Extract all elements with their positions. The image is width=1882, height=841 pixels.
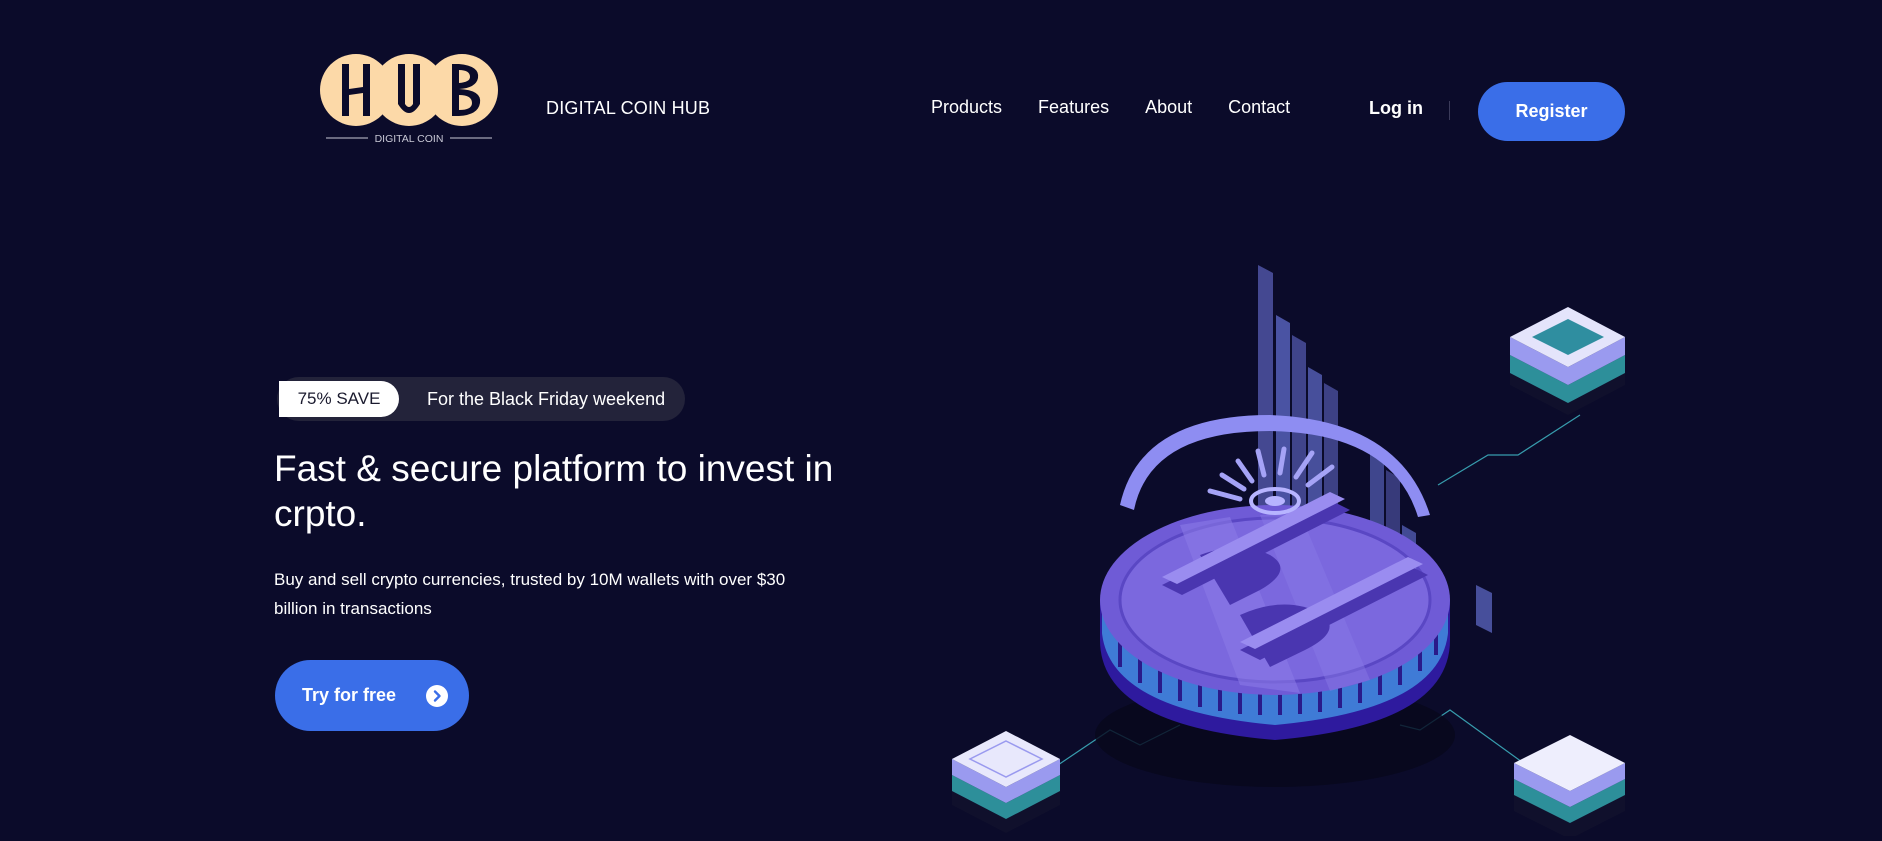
hub-logo[interactable]: DIGITAL COIN: [320, 52, 498, 148]
promo-banner[interactable]: 75% SAVE For the Black Friday weekend: [277, 377, 685, 421]
hero-subtitle: Buy and sell crypto currencies, trusted …: [274, 570, 786, 618]
nav-features[interactable]: Features: [1038, 97, 1109, 118]
logo-subtext: DIGITAL COIN: [375, 133, 444, 145]
crypto-block-top-right: [1510, 307, 1625, 415]
nav-products[interactable]: Products: [931, 97, 1002, 118]
crypto-block-bottom-left: [952, 731, 1060, 833]
logo-graphic: DIGITAL COIN: [320, 54, 498, 145]
main-nav: Products Features About Contact: [931, 97, 1290, 118]
chevron-right-circle-icon: [426, 684, 449, 707]
brand-name: DIGITAL COIN HUB: [546, 98, 711, 118]
try-for-free-button[interactable]: Try for free: [275, 660, 469, 731]
header-divider: [1449, 101, 1450, 120]
promo-badge: 75% SAVE: [279, 381, 399, 417]
nav-contact[interactable]: Contact: [1228, 97, 1290, 118]
hero-title: Fast & secure platform to invest in crpt…: [274, 448, 834, 534]
crypto-block-bottom-right: [1514, 735, 1625, 839]
crypto-coin-illustration: [940, 255, 1640, 839]
cta-label: Try for free: [302, 685, 397, 705]
promo-text: For the Black Friday weekend: [427, 388, 666, 409]
login-link[interactable]: Log in: [1369, 98, 1423, 119]
register-button[interactable]: Register: [1478, 82, 1625, 141]
crypto-coin-isometric-illustration: [952, 265, 1625, 839]
nav-about[interactable]: About: [1145, 97, 1192, 118]
